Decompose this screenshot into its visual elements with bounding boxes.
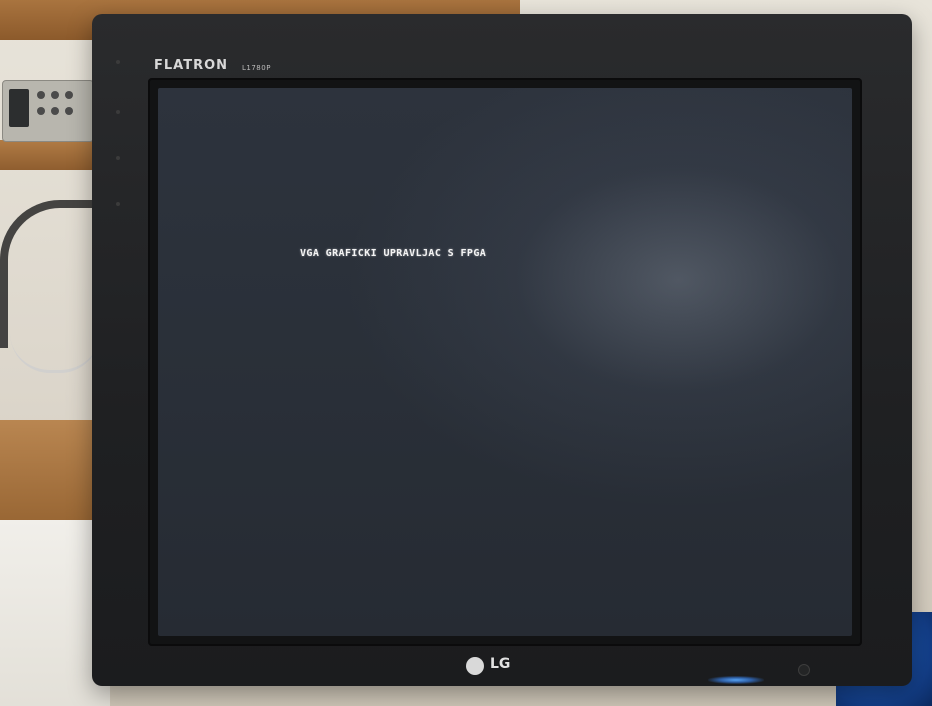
instrument-knob	[51, 91, 59, 99]
instrument-knob	[37, 107, 45, 115]
screen-message: VGA GRAFICKI UPRAVLJAC S FPGA	[300, 248, 487, 259]
monitor-bezel: VGA GRAFICKI UPRAVLJAC S FPGA	[148, 78, 862, 646]
monitor-brand: FLATRON	[154, 58, 229, 73]
instrument-display	[9, 89, 29, 127]
bezel-dot	[116, 202, 120, 206]
instrument-knob	[51, 107, 59, 115]
instrument-knob	[65, 107, 73, 115]
monitor-model: L1780P	[242, 64, 271, 72]
photo-scene: FLATRON L1780P VGA GRAFICKI UPRAVLJAC S …	[0, 0, 932, 706]
monitor: FLATRON L1780P VGA GRAFICKI UPRAVLJAC S …	[92, 14, 912, 686]
lg-logo-icon	[466, 657, 484, 675]
bezel-dot	[116, 110, 120, 114]
power-led	[708, 676, 764, 684]
power-button[interactable]	[798, 664, 810, 676]
lg-logo: LG	[466, 654, 536, 680]
bezel-dot	[116, 60, 120, 64]
instrument-knob	[37, 91, 45, 99]
bezel-dot	[116, 156, 120, 160]
monitor-screen: VGA GRAFICKI UPRAVLJAC S FPGA	[158, 88, 852, 636]
instrument-knob	[65, 91, 73, 99]
lab-instrument	[2, 80, 94, 142]
lg-logo-text: LG	[490, 656, 511, 672]
